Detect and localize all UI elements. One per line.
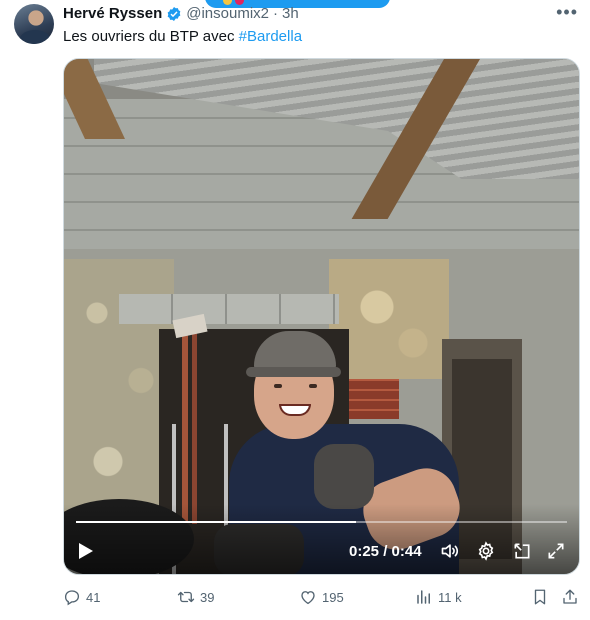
video-scene bbox=[119, 294, 339, 324]
repost-button[interactable]: 39 bbox=[177, 588, 214, 606]
picture-in-picture-icon[interactable] bbox=[512, 541, 532, 561]
video-person bbox=[274, 384, 282, 388]
like-count: 195 bbox=[322, 589, 344, 605]
verified-badge-icon bbox=[167, 6, 181, 21]
reply-button[interactable]: 41 bbox=[63, 588, 100, 606]
repost-icon bbox=[177, 591, 195, 603]
tweet-header: Hervé Ryssen @insoumix2 · 3h bbox=[63, 5, 299, 22]
video-person bbox=[314, 444, 374, 509]
volume-icon[interactable] bbox=[440, 541, 460, 561]
fullscreen-icon[interactable] bbox=[546, 541, 566, 561]
views-count: 11 k bbox=[438, 589, 462, 605]
play-icon[interactable] bbox=[78, 542, 94, 560]
video-time: 0:25 / 0:44 bbox=[349, 543, 422, 560]
tweet-body: Les ouvriers du BTP avec bbox=[63, 28, 239, 45]
author-handle[interactable]: @insoumix2 bbox=[186, 5, 269, 22]
hashtag-link[interactable]: #Bardella bbox=[239, 28, 302, 45]
video-progress-fill bbox=[76, 521, 356, 523]
views-button[interactable]: 11 k bbox=[415, 588, 462, 606]
tweet-text: Les ouvriers du BTP avec #Bardella bbox=[63, 27, 302, 47]
tweet-actions: 41 39 195 11 k bbox=[63, 588, 580, 610]
like-button[interactable]: 195 bbox=[299, 588, 344, 606]
author-avatar[interactable] bbox=[14, 4, 54, 44]
video-player[interactable]: 0:25 / 0:44 bbox=[63, 58, 580, 575]
post-time[interactable]: 3h bbox=[282, 5, 299, 22]
share-button[interactable] bbox=[561, 588, 584, 606]
video-person bbox=[309, 384, 317, 388]
video-progress-bar[interactable] bbox=[76, 521, 567, 523]
repost-count: 39 bbox=[200, 589, 215, 605]
gear-icon[interactable] bbox=[476, 541, 496, 561]
video-controls bbox=[64, 504, 579, 574]
share-icon bbox=[563, 589, 577, 604]
avatar-shirt bbox=[20, 30, 50, 44]
reply-count: 41 bbox=[86, 589, 101, 605]
bookmark-icon bbox=[534, 589, 546, 605]
video-person bbox=[246, 367, 341, 377]
reply-icon bbox=[64, 590, 80, 606]
views-icon bbox=[417, 590, 430, 604]
video-scene bbox=[349, 379, 399, 419]
header-separator: · bbox=[273, 5, 278, 22]
author-name[interactable]: Hervé Ryssen bbox=[63, 5, 162, 22]
bookmark-button[interactable] bbox=[531, 588, 554, 606]
video-frame bbox=[64, 59, 579, 574]
heart-icon bbox=[301, 591, 315, 605]
more-icon[interactable]: ••• bbox=[556, 2, 578, 23]
